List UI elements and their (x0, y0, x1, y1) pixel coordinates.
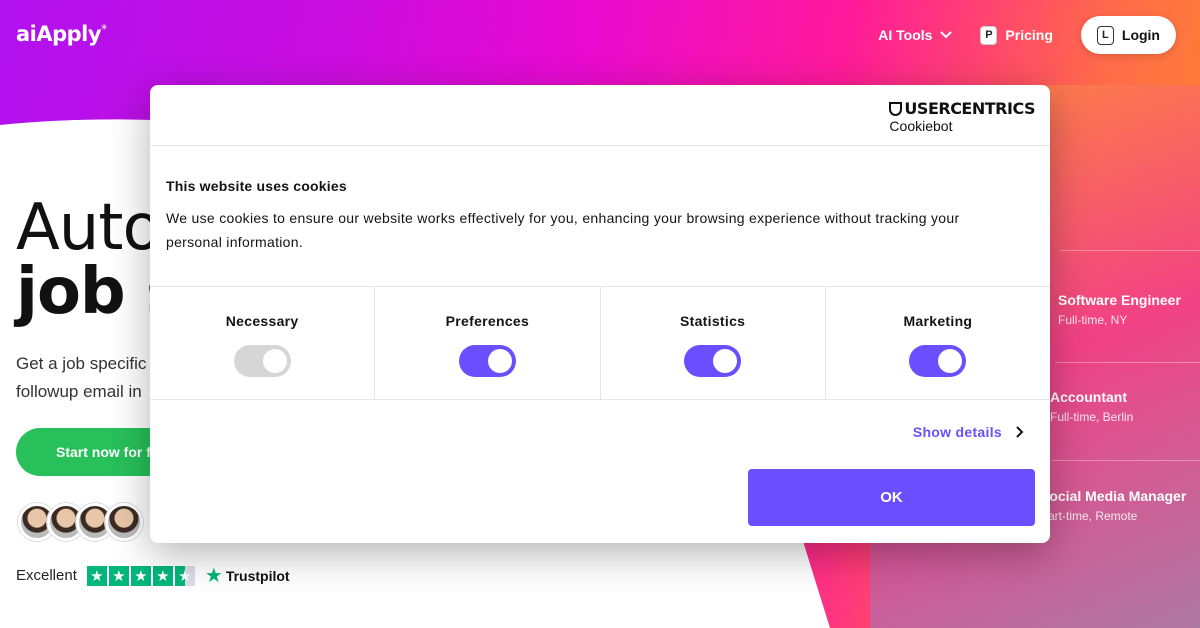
star-icon: ★ (108, 565, 129, 586)
toggle-statistics: Statistics (601, 287, 826, 399)
dialog-body: This website uses cookies We use cookies… (150, 146, 1050, 286)
star-icon: ★ (152, 565, 173, 586)
star-icon: ★ (86, 565, 107, 586)
pricing-label: Pricing (1005, 27, 1053, 43)
dialog-header: USERCENTRICS Cookiebot (150, 85, 1050, 146)
trustpilot-logo[interactable]: ★ Trustpilot (205, 563, 290, 588)
chevron-down-icon (940, 31, 953, 39)
ai-tools-menu[interactable]: AI Tools (878, 27, 953, 43)
toggle-preferences: Preferences (375, 287, 601, 399)
consent-toggles: Necessary Preferences Statistics Marketi… (150, 286, 1050, 400)
pricing-link[interactable]: P Pricing (980, 25, 1053, 45)
job-card: Accountant Full-time, Berlin (1050, 389, 1134, 424)
rating-stars: ★ ★ ★ ★ ★ (86, 565, 195, 586)
login-button[interactable]: L Login (1080, 16, 1176, 54)
half-star-icon: ★ (174, 565, 195, 586)
login-shortcut-key: L (1096, 25, 1114, 45)
logo[interactable]: aiApply* (16, 22, 107, 46)
statistics-switch[interactable] (684, 345, 742, 377)
usercentrics-logo: USERCENTRICS Cookiebot (889, 99, 1035, 134)
top-nav: AI Tools P Pricing L Login (878, 16, 1176, 54)
login-label: Login (1121, 27, 1160, 43)
user-avatars (18, 503, 143, 541)
ai-tools-label: AI Tools (878, 27, 933, 43)
ok-button[interactable]: OK (748, 469, 1035, 526)
divider (1055, 362, 1200, 363)
show-details-link[interactable]: Show details (913, 424, 1024, 440)
necessary-switch (233, 345, 291, 377)
pricing-shortcut-key: P (980, 25, 998, 45)
rating-label: Excellent (16, 567, 77, 584)
marketing-switch[interactable] (909, 345, 967, 377)
chevron-right-icon (1016, 426, 1024, 438)
avatar (105, 503, 143, 541)
cookie-consent-dialog: USERCENTRICS Cookiebot This website uses… (150, 85, 1050, 543)
toggle-necessary: Necessary (150, 287, 376, 399)
preferences-switch[interactable] (458, 345, 516, 377)
trustpilot-rating: Excellent ★ ★ ★ ★ ★ ★ Trustpilot (16, 563, 290, 588)
divider (1052, 460, 1200, 461)
hero-subtitle: Get a job specific followup email in (16, 354, 147, 401)
star-icon: ★ (130, 565, 151, 586)
dialog-text: We use cookies to ensure our website wor… (166, 210, 960, 250)
job-card: Software Engineer Full-time, NY (1058, 292, 1181, 327)
toggle-marketing: Marketing (826, 287, 1050, 399)
trustpilot-star-icon: ★ (204, 565, 223, 587)
divider (1060, 250, 1200, 251)
job-card: Social Media Manager Part-time, Remote (1040, 488, 1187, 523)
dialog-title: This website uses cookies (166, 178, 347, 194)
usercentrics-shield-icon (889, 101, 903, 116)
